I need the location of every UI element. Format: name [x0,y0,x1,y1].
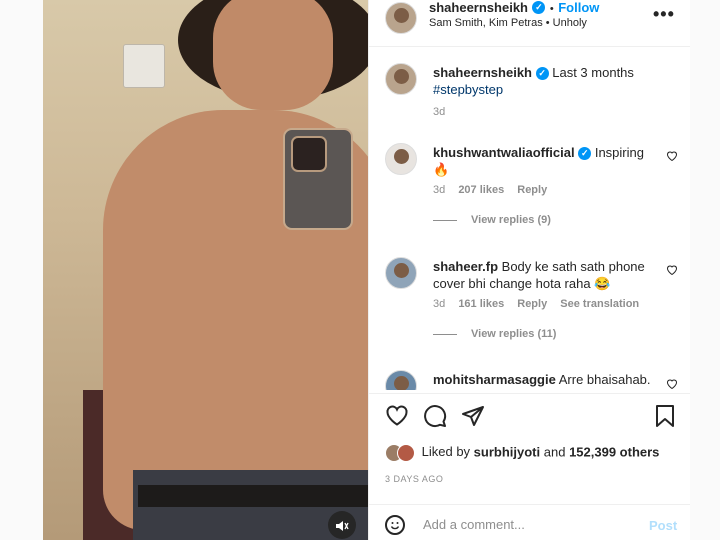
phone-camera [291,136,327,172]
comment-bubble-icon[interactable] [423,404,447,434]
header-username[interactable]: shaheernsheikh [429,0,528,15]
paper-plane-icon[interactable] [461,404,485,434]
comment-like-heart-icon[interactable] [666,378,678,390]
person-belt [138,485,368,507]
avatar[interactable] [385,370,417,390]
comment-text: Inspiring [594,145,644,160]
comment-likes[interactable]: 207 likes [458,184,504,196]
post-side-panel: shaheernsheikh ✓ • Follow Sam Smith, Kim… [368,0,691,540]
see-translation-button[interactable]: See translation [560,298,639,310]
comments-list[interactable]: shaheernsheikh ✓ Last 3 months #stepbyst… [369,47,691,390]
comment-like-heart-icon[interactable] [666,150,678,164]
muted-speaker-icon[interactable] [328,511,356,539]
avatar[interactable] [385,63,417,95]
comment-username[interactable]: shaheer.fp [433,259,498,274]
action-bar [369,393,691,442]
comment-username[interactable]: khushwantwaliaofficial [433,145,575,160]
likes-count[interactable]: 152,399 others [569,444,659,459]
avatar [397,444,415,462]
comment-likes[interactable]: 161 likes [458,298,504,310]
caption-text: Last 3 months [552,65,634,80]
caption-username[interactable]: shaheernsheikh [433,65,532,80]
comment-username[interactable]: mohitsharmasaggie [433,372,556,387]
comment-text: Arre bhaisahab. [558,372,651,387]
wall-switch [123,44,165,88]
reply-button[interactable]: Reply [517,298,547,310]
comment-time: 3d [433,184,446,196]
post-button[interactable]: Post [649,518,677,533]
header-dot: • [549,3,554,15]
comment-item: shaheer.fp Body ke sath sath phone cover… [433,258,658,340]
post-media-video[interactable] [43,0,368,540]
verified-badge-icon: ✓ [578,147,592,161]
audio-track[interactable]: Sam Smith, Kim Petras • Unholy [429,17,587,29]
comment-item: khushwantwaliaofficial ✓ Inspiring 🔥 3d … [433,144,658,226]
post-date: 3 DAYS AGO [385,474,444,484]
heart-icon[interactable] [385,404,409,432]
bookmark-icon[interactable] [655,404,675,434]
caption-hashtag[interactable]: #stepbystep [433,81,673,98]
avatar[interactable] [385,257,417,289]
caption-time: 3d [433,106,446,118]
more-options-icon[interactable]: ••• [653,4,675,25]
likes-summary[interactable]: Liked by surbhijyoti and 152,399 others [385,444,659,462]
phone-in-hand [283,128,353,230]
fire-emoji: 🔥 [433,162,450,177]
comment-time: 3d [433,298,446,310]
avatar[interactable] [385,143,417,175]
verified-badge-icon: ✓ [532,1,546,15]
comment-item: mohitsharmasaggie Arre bhaisahab. [433,371,658,388]
left-gutter [0,0,43,540]
person-face [213,0,333,110]
reply-button[interactable]: Reply [517,184,547,196]
verified-badge-icon: ✓ [535,67,549,81]
comment-input[interactable] [421,516,645,533]
follow-button[interactable]: Follow [558,0,599,15]
view-replies-button[interactable]: View replies (9) [433,214,658,226]
add-comment-bar: Post [369,504,691,541]
comment-like-heart-icon[interactable] [666,264,678,278]
view-replies-button[interactable]: View replies (11) [433,328,658,340]
liked-by-user[interactable]: surbhijyoti [474,444,540,459]
right-gutter [690,0,720,540]
smiley-icon[interactable] [385,515,405,535]
avatar[interactable] [385,2,417,34]
post-header: shaheernsheikh ✓ • Follow Sam Smith, Kim… [369,0,691,47]
